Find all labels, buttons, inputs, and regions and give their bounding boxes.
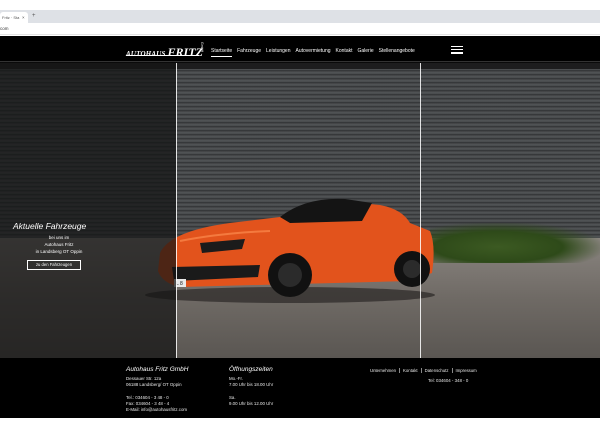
overlay-divider-left <box>176 63 177 358</box>
hero-line-2: Autohaus Fritz <box>44 242 74 247</box>
hero-line-1: bei uns im <box>48 235 70 240</box>
close-tab-icon[interactable]: × <box>22 15 25 20</box>
hamburger-menu-icon[interactable] <box>451 46 463 54</box>
hero-text-overlay <box>0 63 176 358</box>
opening-hours-heading: Öffnungszeiten <box>229 366 273 373</box>
address-text: com <box>0 26 9 31</box>
new-tab-icon[interactable]: + <box>32 13 36 19</box>
overlay-divider-right <box>420 63 421 358</box>
website-page: AUTOHAUS FRITZ GmbH Startseite Fahrzeuge L… <box>0 36 600 418</box>
footer-links: Unternehmen Kontakt Datenschutz Impressum <box>367 368 480 373</box>
logo-main: FRITZ <box>167 45 203 59</box>
nav-item-galerie[interactable]: Galerie <box>358 48 374 54</box>
browser-tab-bar: Fritz · Sta × + <box>0 10 600 23</box>
license-plate: L 8 <box>176 281 183 287</box>
screenshot-frame: Fritz · Sta × + com AUTOHAUS FRITZ GmbH … <box>0 0 600 440</box>
to-vehicles-button[interactable]: zu den Fahrzeugen <box>27 260 81 270</box>
nav-item-leistungen[interactable]: Leistungen <box>266 48 290 54</box>
plants-background <box>430 223 600 263</box>
hero-line-3: in Landsberg OT Oppin <box>35 249 83 254</box>
logo-underline <box>126 55 199 56</box>
weekday-label: Mo.-Fr. <box>229 376 243 381</box>
footer-link-unternehmen[interactable]: Unternehmen <box>367 368 401 373</box>
address-bar[interactable]: com <box>0 23 600 35</box>
footer-link-datenschutz[interactable]: Datenschutz <box>422 368 453 373</box>
footer-phone[interactable]: Tel: 034604 - 348 - 0 <box>428 378 468 383</box>
logo-suffix: GmbH <box>200 42 204 53</box>
nav-item-kontakt[interactable]: Kontakt <box>336 48 353 54</box>
site-header: AUTOHAUS FRITZ GmbH Startseite Fahrzeuge L… <box>0 36 600 62</box>
site-logo[interactable]: AUTOHAUS FRITZ <box>126 43 203 61</box>
nav-item-stellenangebote[interactable]: Stellenangebote <box>379 48 415 54</box>
hero-title: Aktuelle Fahrzeuge <box>13 221 87 231</box>
fax-number: Fax: 034604 - 3 48 - 4 <box>126 401 170 406</box>
hero-section: L 8 Aktuelle Fahrzeuge bei uns im Autoha… <box>0 63 600 358</box>
company-heading: Autohaus Fritz GmbH <box>126 366 189 373</box>
site-footer: Autohaus Fritz GmbH Dessauer Str. 12a 06… <box>0 358 600 418</box>
email-link[interactable]: E-Mail: info@autohausfritz.com <box>126 407 187 412</box>
red-sports-car-image: L 8 <box>145 198 435 303</box>
logo-prefix: AUTOHAUS <box>126 50 168 58</box>
saturday-label: Sa. <box>229 395 236 400</box>
footer-link-impressum[interactable]: Impressum <box>453 368 480 373</box>
nav-item-fahrzeuge[interactable]: Fahrzeuge <box>237 48 261 54</box>
page-bottom-margin <box>0 418 600 440</box>
nav-item-autovermietung[interactable]: Autovermietung <box>296 48 331 54</box>
saturday-hours: 9.00 Uhr bis 12.00 Uhr <box>229 401 274 406</box>
main-navigation: Startseite Fahrzeuge Leistungen Autovermiet… <box>211 48 415 57</box>
browser-tab[interactable]: Fritz · Sta × <box>0 12 28 23</box>
phone-number[interactable]: Tel.: 034604 - 3 48 - 0 <box>126 395 169 400</box>
footer-link-kontakt[interactable]: Kontakt <box>400 368 422 373</box>
nav-item-startseite[interactable]: Startseite <box>211 48 233 57</box>
address-line-2: 06188 Landsberg/ OT Oppin <box>126 382 182 387</box>
address-line-1: Dessauer Str. 12a <box>126 376 162 381</box>
weekday-hours: 7.00 Uhr bis 18.00 Uhr <box>229 382 274 387</box>
browser-tab-title: Fritz · Sta <box>2 15 20 20</box>
